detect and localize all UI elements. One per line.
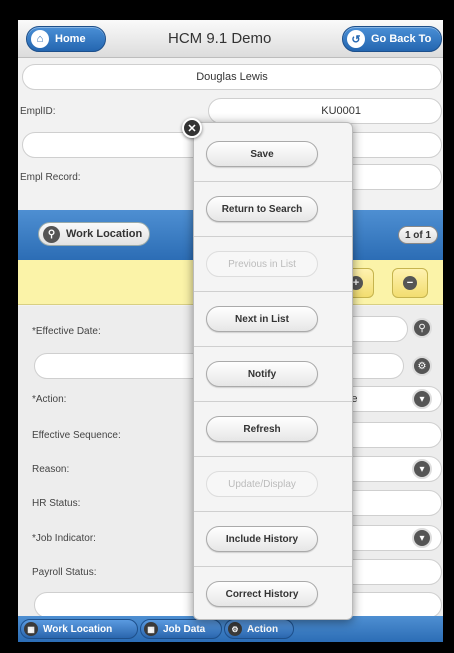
menu-previous-in-list-button: Previous in List (206, 251, 318, 277)
search-icon: ⚲ (43, 225, 60, 243)
menu-return-to-search-button[interactable]: Return to Search (206, 196, 318, 222)
emplid-value: KU0001 (321, 105, 361, 117)
gear-icon: ⚙ (228, 622, 242, 636)
menu-divider (194, 566, 352, 567)
grid-icon: ▦ (24, 622, 38, 636)
settings-icon[interactable]: ⚙ (412, 356, 432, 376)
menu-update-display-button: Update/Display (206, 471, 318, 497)
empl-record-label: Empl Record: (20, 172, 81, 183)
tab-work-location[interactable]: ▦ Work Location (20, 619, 138, 639)
reason-label: Reason: (32, 464, 70, 475)
work-location-label: Work Location (66, 228, 143, 240)
delete-row-button[interactable]: − (392, 268, 428, 298)
menu-divider (194, 236, 352, 237)
menu-include-history-button[interactable]: Include History (206, 526, 318, 552)
grid-icon: ▦ (144, 622, 158, 636)
payroll-status-label: Payroll Status: (32, 567, 97, 578)
tab-work-location-label: Work Location (43, 623, 113, 635)
page-title: HCM 9.1 Demo (168, 30, 272, 47)
go-back-label: Go Back To (371, 33, 432, 45)
chevron-down-icon: ▾ (412, 389, 432, 409)
go-back-button[interactable]: ↺ Go Back To (342, 26, 442, 52)
hr-status-label: HR Status: (32, 498, 81, 509)
action-menu-popup: Save Return to Search Previous in List N… (193, 122, 353, 620)
tab-action-label: Action (247, 623, 279, 635)
menu-divider (194, 291, 352, 292)
chevron-down-icon: ▾ (412, 459, 432, 479)
menu-divider (194, 511, 352, 512)
employee-name-field: Douglas Lewis (22, 64, 442, 90)
top-header: ⌂ Home HCM 9.1 Demo ↺ Go Back To (18, 20, 443, 58)
menu-notify-button[interactable]: Notify (206, 361, 318, 387)
menu-divider (194, 401, 352, 402)
back-arrow-icon: ↺ (347, 30, 365, 48)
effective-date-label: *Effective Date: (32, 326, 101, 337)
job-indicator-label: *Job Indicator: (32, 533, 96, 544)
action-label: *Action: (32, 394, 67, 405)
menu-save-button[interactable]: Save (206, 141, 318, 167)
tab-action[interactable]: ⚙ Action (224, 619, 294, 639)
close-menu-icon[interactable]: ✕ (182, 118, 202, 138)
work-location-button[interactable]: ⚲ Work Location (38, 222, 150, 246)
menu-refresh-button[interactable]: Refresh (206, 416, 318, 442)
emplid-field: KU0001 (208, 98, 442, 124)
employee-name: Douglas Lewis (196, 71, 268, 83)
effective-sequence-label: Effective Sequence: (32, 430, 121, 441)
home-label: Home (55, 33, 86, 45)
tab-job-data-label: Job Data (163, 623, 206, 635)
app-screen: ⌂ Home HCM 9.1 Demo ↺ Go Back To Douglas… (18, 20, 443, 642)
chevron-down-icon: ▾ (412, 528, 432, 548)
menu-divider (194, 346, 352, 347)
home-button[interactable]: ⌂ Home (26, 26, 106, 52)
menu-divider (194, 456, 352, 457)
menu-divider (194, 181, 352, 182)
menu-correct-history-button[interactable]: Correct History (206, 581, 318, 607)
emplid-label: EmplID: (20, 106, 56, 117)
minus-icon: − (403, 276, 417, 290)
record-count-badge: 1 of 1 (398, 226, 438, 244)
calendar-search-icon[interactable]: ⚲ (412, 318, 432, 338)
tab-job-data[interactable]: ▦ Job Data (140, 619, 222, 639)
home-icon: ⌂ (31, 30, 49, 48)
menu-next-in-list-button[interactable]: Next in List (206, 306, 318, 332)
